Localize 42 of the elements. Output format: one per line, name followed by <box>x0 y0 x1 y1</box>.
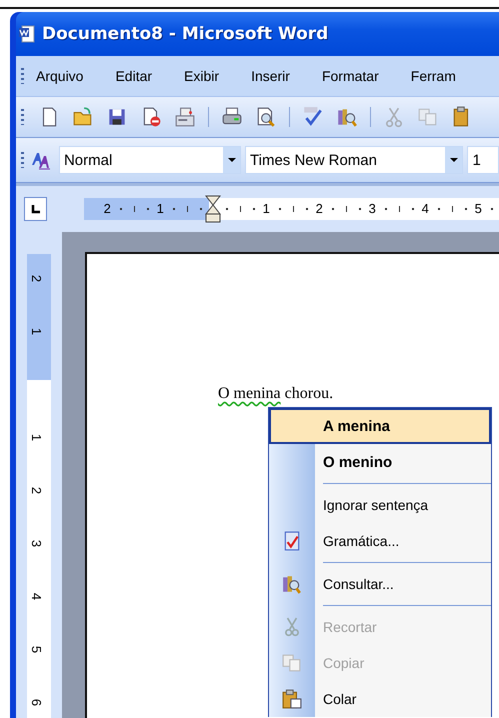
ruler-number: 5 <box>29 646 44 654</box>
font-dropdown[interactable]: Times New Roman <box>245 146 464 174</box>
menu-item[interactable]: Ferram <box>410 68 456 84</box>
dropdown-arrow-icon <box>450 158 458 162</box>
document-text: O menina chorou. <box>218 385 334 403</box>
menu-item[interactable]: Inserir <box>251 68 290 84</box>
ruler-number: 4 <box>420 201 430 216</box>
copy-icon <box>282 653 302 673</box>
ruler-number: 1 <box>29 434 44 442</box>
style-dropdown[interactable]: Normal <box>58 146 242 174</box>
checklist-icon <box>282 531 302 551</box>
ruler-number: 5 <box>474 201 483 216</box>
menu-item[interactable]: Arquivo <box>36 68 84 84</box>
book-magnifier-icon <box>282 574 302 594</box>
ruler-number: 3 <box>368 201 377 216</box>
ruler-number: 2 <box>102 201 112 216</box>
ruler-number: 1 <box>156 201 165 216</box>
app-icon <box>18 25 36 43</box>
menu-item[interactable]: Formatar <box>322 68 379 84</box>
dropdown-arrow-icon <box>228 158 236 162</box>
left-tab-icon <box>30 204 41 214</box>
menu-item[interactable]: Exibir <box>184 68 220 84</box>
font-size-dropdown[interactable]: 1 <box>467 146 499 174</box>
spelling-check-icon[interactable] <box>302 106 324 128</box>
ruler-number: 6 <box>29 698 44 706</box>
tab-selector[interactable] <box>24 197 48 221</box>
folder-icon[interactable] <box>72 106 94 128</box>
menu-item[interactable]: Editar <box>115 68 152 84</box>
indent-marker[interactable] <box>205 195 222 223</box>
ruler-number: 2 <box>314 201 324 216</box>
ruler-number: 4 <box>29 592 44 600</box>
scissors-icon <box>282 617 302 637</box>
clipboard-icon <box>282 689 302 709</box>
fax-icon[interactable] <box>174 106 196 128</box>
suggestion-menu-item[interactable]: A menina <box>269 408 491 444</box>
ruler-number: 2 <box>29 486 44 494</box>
ruler-number: 2 <box>29 274 44 282</box>
ruler-number: 1 <box>262 201 271 216</box>
window-title: Documento8 - Microsoft Word <box>42 24 328 44</box>
ruler-number: 3 <box>29 540 44 548</box>
ruler-number: 1 <box>29 328 44 336</box>
print-preview-icon[interactable] <box>255 106 277 128</box>
